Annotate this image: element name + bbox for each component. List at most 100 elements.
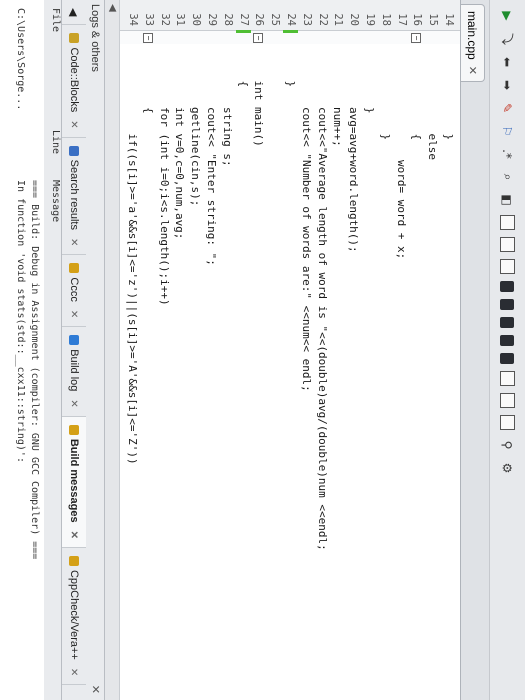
line-number: 27 — [237, 13, 250, 26]
highlight-icon[interactable]: ✎ — [500, 100, 516, 116]
code-line[interactable]: 32 for (int i=0;i<s.length();i++) — [157, 0, 172, 700]
code-line[interactable]: 23 cout<< "Number of words are:" <<num<<… — [299, 0, 314, 700]
code-line[interactable]: 29 cout<< "Enter string: "; — [204, 0, 219, 700]
code-line[interactable]: 28 string s; — [220, 0, 235, 700]
debug-next-icon[interactable] — [500, 335, 515, 346]
code-line[interactable]: 17 word= word + x; — [394, 0, 409, 700]
build-messages-header: File Line Message — [45, 0, 61, 700]
logs-panel-title: Logs & others — [89, 4, 101, 72]
close-icon[interactable]: ✕ — [69, 399, 80, 407]
fold-toggle-icon[interactable]: − — [253, 33, 264, 43]
logs-tab[interactable]: Search results ✕ — [62, 137, 86, 256]
code-line[interactable]: 30 getline(cin,s); — [188, 0, 203, 700]
code-line[interactable]: 20 avg=avg+word.length(); — [346, 0, 361, 700]
line-number: 17 — [395, 13, 408, 26]
debug-window-icon[interactable] — [500, 281, 515, 292]
code-line[interactable]: 27 { — [235, 0, 251, 700]
close-icon[interactable]: ✕ — [69, 310, 80, 318]
changed-line-marker — [283, 30, 298, 33]
tab-label: main.cpp — [465, 11, 480, 60]
code-line[interactable]: 31 int v=0,c=0,num,avg; — [172, 0, 187, 700]
changed-line-marker — [235, 30, 251, 33]
column-message[interactable]: Message — [50, 180, 61, 222]
logs-tab[interactable]: Cccc ✕ — [62, 255, 86, 328]
scroll-left-icon[interactable]: ◀ — [107, 4, 118, 12]
build-message-row[interactable]: C:\Users\Sorge... In function 'void stats… — [12, 0, 26, 700]
build-message-row[interactable]: === Build: Debug in Assignment (compiler… — [26, 0, 40, 700]
fold-toggle-icon[interactable]: − — [142, 33, 153, 43]
tab-icon — [69, 335, 79, 346]
close-icon[interactable]: ✕ — [69, 531, 80, 539]
code-completion-icon[interactable] — [500, 371, 515, 386]
code-line[interactable]: 25 — [267, 0, 282, 700]
logs-tab[interactable]: Build messages ✕ — [62, 416, 86, 548]
fold-toggle-icon[interactable]: − — [411, 33, 422, 43]
scroll-tabs-left-icon[interactable]: ◀ — [62, 0, 86, 26]
debug-step-into-icon[interactable] — [500, 299, 515, 310]
code-line[interactable]: 33 − { — [141, 0, 156, 700]
code-line[interactable]: 34 if((s[i]>='a'&&s[i]<='z')||(s[i]>='A'… — [125, 0, 140, 700]
close-icon[interactable]: ✕ — [69, 238, 80, 246]
toolbar: ▶ ⤵ ⬅ ➡ ✎ ⚐ .* ⌕ ◧ ⚲ ⚙ — [489, 0, 525, 700]
close-tab-icon[interactable]: ✕ — [466, 66, 479, 75]
line-number: 33 — [142, 13, 155, 26]
code-line[interactable]: 16 − { — [409, 0, 424, 700]
close-logs-icon[interactable]: ✕ — [89, 685, 102, 694]
next-bookmark-icon[interactable] — [500, 237, 515, 252]
line-number: 32 — [158, 13, 171, 26]
code-text: } — [442, 54, 455, 141]
code-editor[interactable]: 14 } 15 else 16− {17 word= word + x; 18 } 19… — [120, 0, 460, 700]
code-text: if((s[i]>='a'&&s[i]<='z')||(s[i]>='A'&&s… — [126, 54, 139, 465]
line-number: 24 — [285, 13, 297, 26]
tab-main-cpp[interactable]: main.cpp ✕ — [461, 4, 485, 82]
logs-tab-label: CppCheck/Vera++ — [68, 569, 80, 660]
line-number: 16 — [411, 13, 424, 26]
watches-icon[interactable] — [500, 415, 515, 430]
code-line[interactable]: 26 − int main() — [251, 0, 266, 700]
code-line[interactable]: 15 else — [425, 0, 440, 700]
cell-file: C:\Users\Sorge... — [15, 8, 26, 111]
logs-tab[interactable]: Build log ✕ — [62, 327, 86, 417]
search-icon[interactable]: ⌕ — [500, 169, 516, 185]
run-icon[interactable]: ▶ — [500, 8, 516, 24]
close-icon[interactable]: ✕ — [69, 120, 80, 128]
back-icon[interactable]: ⬅ — [500, 54, 516, 70]
debug-stop-icon[interactable] — [500, 353, 515, 364]
logs-tab[interactable]: CppCheck/Vera++ ✕ — [62, 547, 86, 686]
line-number: 21 — [332, 13, 345, 26]
toggle-bookmark-icon[interactable] — [500, 215, 515, 230]
code-line[interactable]: 18 } — [378, 0, 393, 700]
bookmark-icon[interactable]: ◧ — [500, 192, 516, 208]
code-line[interactable]: 21 num++; — [330, 0, 345, 700]
tab-icon — [69, 145, 79, 156]
magnifier-icon[interactable]: ⚲ — [500, 437, 516, 453]
horizontal-scrollbar[interactable]: ◀ — [105, 0, 120, 700]
close-icon[interactable]: ✕ — [69, 668, 80, 676]
options-icon[interactable]: ⚙ — [500, 460, 516, 476]
build-messages-list[interactable]: === Build: Debug in Assignment (compiler… — [0, 0, 44, 700]
code-text: { — [410, 54, 424, 141]
logs-tab[interactable]: Code::Blocks ✕ — [62, 25, 86, 138]
jump-icon[interactable]: ⚐ — [500, 123, 516, 139]
line-number: 34 — [127, 13, 139, 26]
logs-tab-label: Search results — [68, 159, 80, 230]
debug-step-out-icon[interactable] — [500, 317, 515, 328]
code-text: for (int i=0;i<s.length();i++) — [157, 54, 171, 306]
code-line[interactable]: 22 cout<<"Average length of word is "<<(… — [315, 0, 330, 700]
forward-icon[interactable]: ➡ — [500, 77, 516, 93]
line-number: 15 — [427, 13, 440, 26]
column-line[interactable]: Line — [50, 130, 61, 154]
prev-bookmark-icon[interactable] — [500, 259, 515, 274]
logs-tab-label: Build log — [68, 349, 80, 392]
symbols-icon[interactable] — [500, 393, 515, 408]
regex-icon[interactable]: .* — [500, 146, 516, 162]
code-text: avg=avg+word.length(); — [347, 54, 361, 253]
debug-step-icon[interactable]: ⤵ — [500, 31, 516, 47]
code-line[interactable]: 19 } — [362, 0, 377, 700]
code-text: { — [236, 54, 250, 88]
code-line[interactable]: 14 } — [441, 0, 456, 700]
column-file[interactable]: File — [50, 8, 61, 32]
code-line[interactable]: 24 } — [283, 0, 298, 700]
line-number: 31 — [174, 13, 187, 26]
code-text: else — [426, 54, 440, 160]
